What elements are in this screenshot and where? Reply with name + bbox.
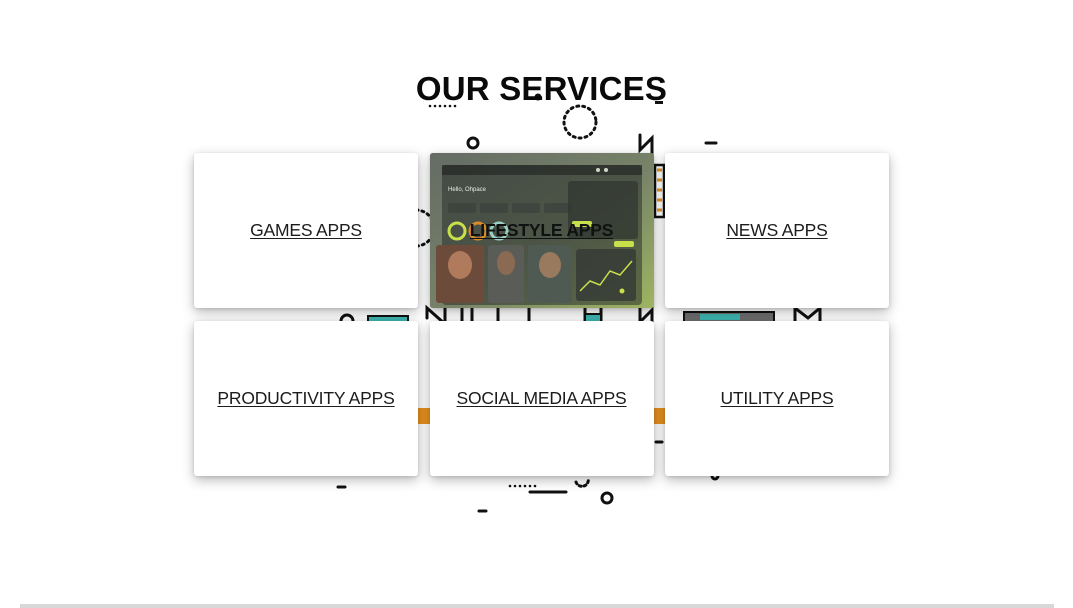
service-card-games[interactable]: GAMES APPS xyxy=(194,153,418,308)
services-grid: GAMES APPS Hello, Ohpace LIFESTYLE APPS … xyxy=(194,153,889,476)
news-apps-link[interactable]: NEWS APPS xyxy=(726,220,827,241)
service-card-lifestyle[interactable]: Hello, Ohpace LIFESTYLE APPS xyxy=(429,153,654,308)
productivity-apps-link[interactable]: PRODUCTIVITY APPS xyxy=(217,388,394,409)
games-apps-link[interactable]: GAMES APPS xyxy=(250,220,362,241)
horizontal-scrollbar[interactable] xyxy=(20,604,1054,608)
service-card-social-media[interactable]: SOCIAL MEDIA APPS xyxy=(429,321,654,476)
services-page: OUR SERVICES GAMES APPS Hello, Ohpace LI… xyxy=(0,0,1073,608)
preview-greeting: Hello, Ohpace xyxy=(448,187,487,193)
service-card-news[interactable]: NEWS APPS xyxy=(665,153,889,308)
service-card-productivity[interactable]: PRODUCTIVITY APPS xyxy=(194,321,418,476)
section-title: OUR SERVICES xyxy=(415,70,668,107)
lifestyle-apps-link[interactable]: LIFESTYLE APPS xyxy=(470,220,614,241)
utility-apps-link[interactable]: UTILITY APPS xyxy=(720,388,833,409)
social-media-apps-link[interactable]: SOCIAL MEDIA APPS xyxy=(456,388,626,409)
service-card-utility[interactable]: UTILITY APPS xyxy=(665,321,889,476)
